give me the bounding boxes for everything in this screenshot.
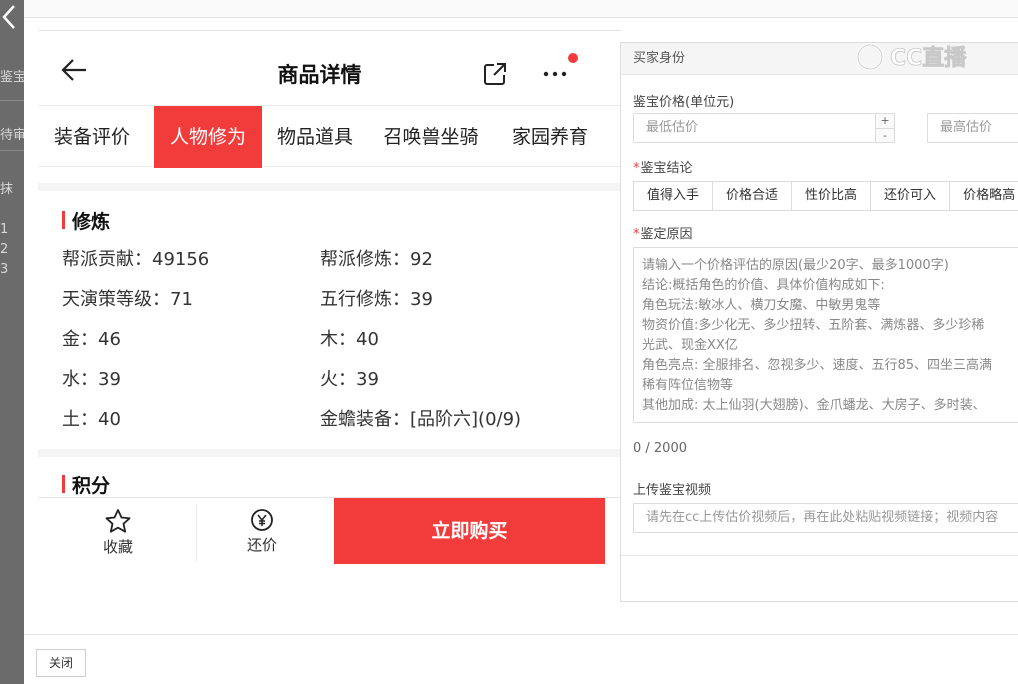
conclusion-option[interactable]: 价格合适	[712, 181, 793, 211]
video-label-text: 上传鉴宝视频	[633, 483, 712, 498]
background-text: 待审	[0, 128, 24, 143]
form-divider	[621, 555, 1018, 556]
favorite-button[interactable]: 收藏	[48, 498, 188, 564]
character-counter: 0 / 2000	[633, 441, 687, 456]
conclusion-option[interactable]: 还价可入	[870, 181, 951, 211]
background-text: 抹	[0, 182, 14, 197]
close-button[interactable]: 关闭	[36, 649, 87, 677]
tab-summons-mounts[interactable]: 召唤兽坐骑	[376, 106, 486, 168]
stat-item: 火：39	[320, 369, 379, 390]
conclusion-option[interactable]: 性价比高	[791, 181, 872, 211]
chevron-left-icon[interactable]	[0, 2, 18, 36]
conclusion-label: *鉴宝结论	[633, 157, 693, 176]
background-divider	[0, 150, 24, 151]
background-divider	[0, 100, 24, 101]
required-mark: *	[633, 227, 640, 242]
placeholder-line: 光武、现金XX亿	[642, 338, 738, 353]
placeholder-line: 物资价值:多少化无、多少扭转、五阶套、满炼器、多少珍稀	[642, 318, 985, 333]
tab-character-cultivation[interactable]: 人物修为	[154, 106, 262, 168]
video-label: 上传鉴宝视频	[633, 479, 711, 498]
stat-item: 木：40	[320, 329, 379, 350]
conclusion-label-text: 鉴宝结论	[640, 161, 693, 176]
bargain-label: 还价	[246, 536, 277, 554]
reason-label: *鉴定原因	[633, 223, 693, 242]
conclusion-options: 值得入手 价格合适 性价比高 还价可入 价格略高	[633, 181, 1018, 211]
stat-item: 五行修炼：39	[320, 289, 433, 310]
stat-item: 天演策等级：71	[62, 289, 193, 310]
background-text: 3	[0, 262, 9, 277]
appraisal-form: 买家身份 鉴宝价格(单位元) 最低估价 + - 最高估价 *鉴宝结论 值得入手价…	[620, 42, 1018, 602]
cc-live-watermark-logo: CC直播	[852, 40, 992, 74]
price-label-text: 鉴宝价格(单位元)	[633, 95, 735, 110]
tab-bar: 装备评价 人物修为 物品道具 召唤兽坐骑 家园养育	[38, 105, 621, 168]
increment-button[interactable]: +	[876, 114, 894, 128]
placeholder-line: 角色玩法:敏冰人、横刀女魔、中敏男鬼等	[642, 298, 881, 313]
star-icon	[105, 509, 131, 533]
background-text: 2	[0, 242, 9, 257]
background-overlay: 鉴宝 待审 抹 1 2 3	[0, 0, 24, 684]
decrement-button[interactable]: -	[876, 128, 894, 142]
watermark-text: CC直播	[890, 45, 967, 71]
reason-textarea[interactable]: 请输入一个价格评估的原因(最少20字、最多1000字) 结论:概括角色的价值、具…	[633, 247, 1018, 423]
page-title: 商品详情	[277, 63, 362, 87]
bargain-button[interactable]: 还价	[198, 498, 326, 564]
product-detail-preview: 商品详情 装备评价 人物修为 物品道具 召唤兽坐骑 家园养育 修炼 帮派贡献：4…	[38, 30, 621, 570]
background-text: 鉴宝	[0, 70, 24, 85]
appraisal-dialog: 商品详情 装备评价 人物修为 物品道具 召唤兽坐骑 家园养育 修炼 帮派贡献：4…	[24, 0, 1018, 684]
tab-items[interactable]: 物品道具	[264, 106, 366, 168]
price-stepper[interactable]: + -	[875, 113, 895, 143]
favorite-label: 收藏	[102, 538, 133, 556]
notification-dot	[568, 53, 578, 63]
more-dots-icon[interactable]	[540, 65, 574, 81]
section-divider	[38, 183, 621, 191]
stat-item: 帮派贡献：49156	[62, 249, 210, 270]
tab-equipment-review[interactable]: 装备评价	[38, 106, 146, 168]
stat-item: 水：39	[62, 369, 121, 390]
divider	[196, 504, 197, 562]
stat-item: 金：46	[62, 329, 121, 350]
reason-label-text: 鉴定原因	[640, 227, 693, 242]
placeholder-line: 其他加成: 太上仙羽(大翅膀)、金爪蟠龙、大房子、多时装、	[642, 398, 986, 413]
section-title-cultivation: 修炼	[62, 207, 110, 234]
background-text: 1	[0, 222, 9, 237]
nav-bar: 商品详情	[38, 31, 621, 105]
dialog-top-bar	[24, 0, 1018, 18]
action-bar: 收藏 还价 立即购买	[38, 497, 621, 564]
buy-now-button[interactable]: 立即购买	[334, 498, 605, 564]
max-price-input[interactable]: 最高估价	[927, 113, 1018, 143]
stat-item: 金蟾装备：[品阶六](0/9)	[320, 409, 522, 430]
section-title-points: 积分	[62, 471, 110, 498]
tab-home[interactable]: 家园养育	[500, 106, 600, 168]
placeholder-line: 请输入一个价格评估的原因(最少20字、最多1000字)	[642, 258, 949, 273]
video-link-input[interactable]: 请先在cc上传估价视频后，再在此处粘贴视频链接；视频内容	[633, 503, 1018, 533]
dialog-footer: 关闭	[24, 634, 1018, 684]
price-label: 鉴宝价格(单位元)	[633, 91, 734, 110]
min-price-input[interactable]: 最低估价	[633, 113, 877, 143]
placeholder-line: 角色亮点: 全服排名、忽视多少、速度、五行85、四坐三高满	[642, 358, 993, 373]
placeholder-line: 稀有阵位信物等	[642, 378, 734, 393]
conclusion-option[interactable]: 值得入手	[633, 181, 714, 211]
share-icon[interactable]	[482, 61, 508, 87]
stat-item: 帮派修炼：92	[320, 249, 433, 270]
stat-item: 土：40	[62, 409, 121, 430]
placeholder-line: 结论:概括角色的价值、具体价值构成如下:	[642, 278, 885, 293]
conclusion-option[interactable]: 价格略高	[949, 181, 1018, 211]
section-divider	[38, 449, 621, 457]
required-mark: *	[633, 161, 640, 176]
yen-coin-icon	[251, 509, 273, 531]
